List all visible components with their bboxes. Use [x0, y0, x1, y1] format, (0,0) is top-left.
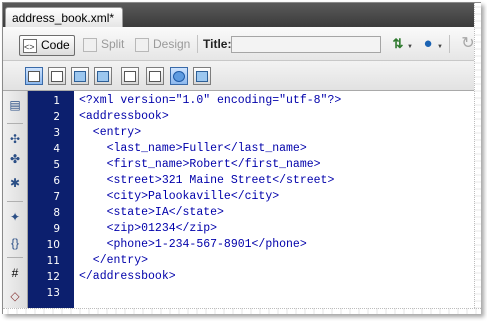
open-documents-icon[interactable]: ▤ — [7, 97, 23, 113]
view-toggle-button[interactable] — [25, 67, 43, 85]
title-input[interactable] — [231, 36, 381, 53]
expand-all-icon[interactable]: ✱ — [7, 175, 23, 191]
code-line[interactable]: <addressbook> — [79, 109, 169, 125]
toolbar-divider — [7, 257, 23, 258]
monitor-icon — [97, 70, 109, 82]
page-icon — [28, 70, 40, 82]
file-management-icon[interactable]: ⇅ — [389, 36, 407, 52]
line-number: 2 — [53, 111, 60, 123]
preview-dropdown-icon[interactable]: ▼ — [437, 44, 443, 50]
line-number: 5 — [53, 159, 60, 171]
balance-braces-icon[interactable]: {} — [7, 235, 23, 251]
code-line[interactable]: </addressbook> — [79, 269, 176, 285]
line-numbers-icon[interactable]: # — [7, 265, 23, 281]
tv-icon — [149, 70, 161, 82]
preview-browser-icon[interactable]: ● — [419, 36, 437, 52]
code-line[interactable]: <city>Palookaville</city> — [79, 189, 280, 205]
document-tab[interactable]: address_book.xml* — [5, 7, 124, 28]
handheld-button[interactable] — [121, 67, 139, 85]
screen-preview-button[interactable] — [94, 67, 112, 85]
toolbar-divider — [7, 201, 23, 202]
code-editor[interactable]: <?xml version="1.0" encoding="utf-8"?> <… — [75, 91, 481, 314]
toolbar-divider — [197, 35, 198, 53]
toolbar-divider — [449, 35, 450, 53]
code-line[interactable]: <phone>1-234-567-8901</phone> — [79, 237, 307, 253]
line-number: 12 — [46, 271, 60, 283]
code-line[interactable]: <last_name>Fuller</last_name> — [79, 141, 307, 157]
design-view-button[interactable]: Design — [135, 35, 190, 54]
split-view-icon — [83, 37, 97, 52]
style-rendering-button[interactable] — [170, 67, 188, 85]
code-line[interactable]: <entry> — [79, 125, 141, 141]
file-management-dropdown-icon[interactable]: ▼ — [407, 44, 413, 50]
code-line[interactable]: </entry> — [79, 253, 148, 269]
line-number: 4 — [53, 143, 60, 155]
title-label: Title: — [203, 37, 232, 51]
line-number: 8 — [53, 207, 60, 219]
design-view-icon — [135, 37, 149, 52]
circle-icon — [173, 70, 185, 82]
torn-edge-bottom — [3, 308, 481, 314]
screen-icon — [196, 70, 208, 82]
line-number: 11 — [46, 255, 60, 267]
design-view-label: Design — [153, 37, 191, 51]
screen-button[interactable] — [193, 67, 211, 85]
code-line[interactable]: <?xml version="1.0" encoding="utf-8"?> — [79, 93, 341, 109]
coding-toolbar: ▤ ✣ ✤ ✱ ✦ {} # ◇ — [3, 91, 28, 314]
code-line[interactable]: <state>IA</state> — [79, 205, 224, 221]
tv-preview-button[interactable] — [146, 67, 164, 85]
torn-edge-right — [474, 3, 481, 314]
line-number: 6 — [53, 175, 60, 187]
line-number: 1 — [53, 95, 60, 107]
code-line[interactable]: <street>321 Maine Street</street> — [79, 173, 335, 189]
printer-icon — [51, 70, 63, 82]
line-number-gutter: 1 2 3 4 5 6 7 8 9 10 11 12 13 — [28, 91, 74, 314]
toolbar-divider — [7, 123, 23, 124]
split-view-label: Split — [101, 37, 125, 51]
mobile-preview-button[interactable] — [71, 67, 89, 85]
code-view-button[interactable]: Code — [19, 35, 75, 57]
code-view-icon — [23, 38, 37, 57]
line-number: 7 — [53, 191, 60, 203]
highlight-invalid-icon[interactable]: ◇ — [7, 288, 23, 304]
browser-toolbar — [3, 61, 481, 91]
line-number: 10 — [46, 239, 60, 251]
tab-strip: address_book.xml* — [3, 3, 481, 28]
line-number: 3 — [53, 127, 60, 139]
document-toolbar: Code Split Design Title: ⇅ ▼ ● ▼ ↻ — [3, 27, 481, 61]
line-number: 13 — [46, 287, 60, 299]
code-line[interactable]: <zip>01234</zip> — [79, 221, 217, 237]
code-view-label: Code — [41, 38, 70, 52]
printer-button[interactable] — [48, 67, 66, 85]
collapse-selection-icon[interactable]: ✤ — [7, 151, 23, 167]
phone-icon — [74, 70, 86, 82]
handheld-icon — [124, 70, 136, 82]
code-line[interactable]: <first_name>Robert</first_name> — [79, 157, 321, 173]
editor-window: address_book.xml* Code Split Design Titl… — [2, 2, 481, 314]
split-view-button[interactable]: Split — [83, 35, 124, 54]
line-number: 9 — [53, 223, 60, 235]
collapse-tag-icon[interactable]: ✣ — [7, 131, 23, 147]
select-parent-tag-icon[interactable]: ✦ — [7, 209, 23, 225]
